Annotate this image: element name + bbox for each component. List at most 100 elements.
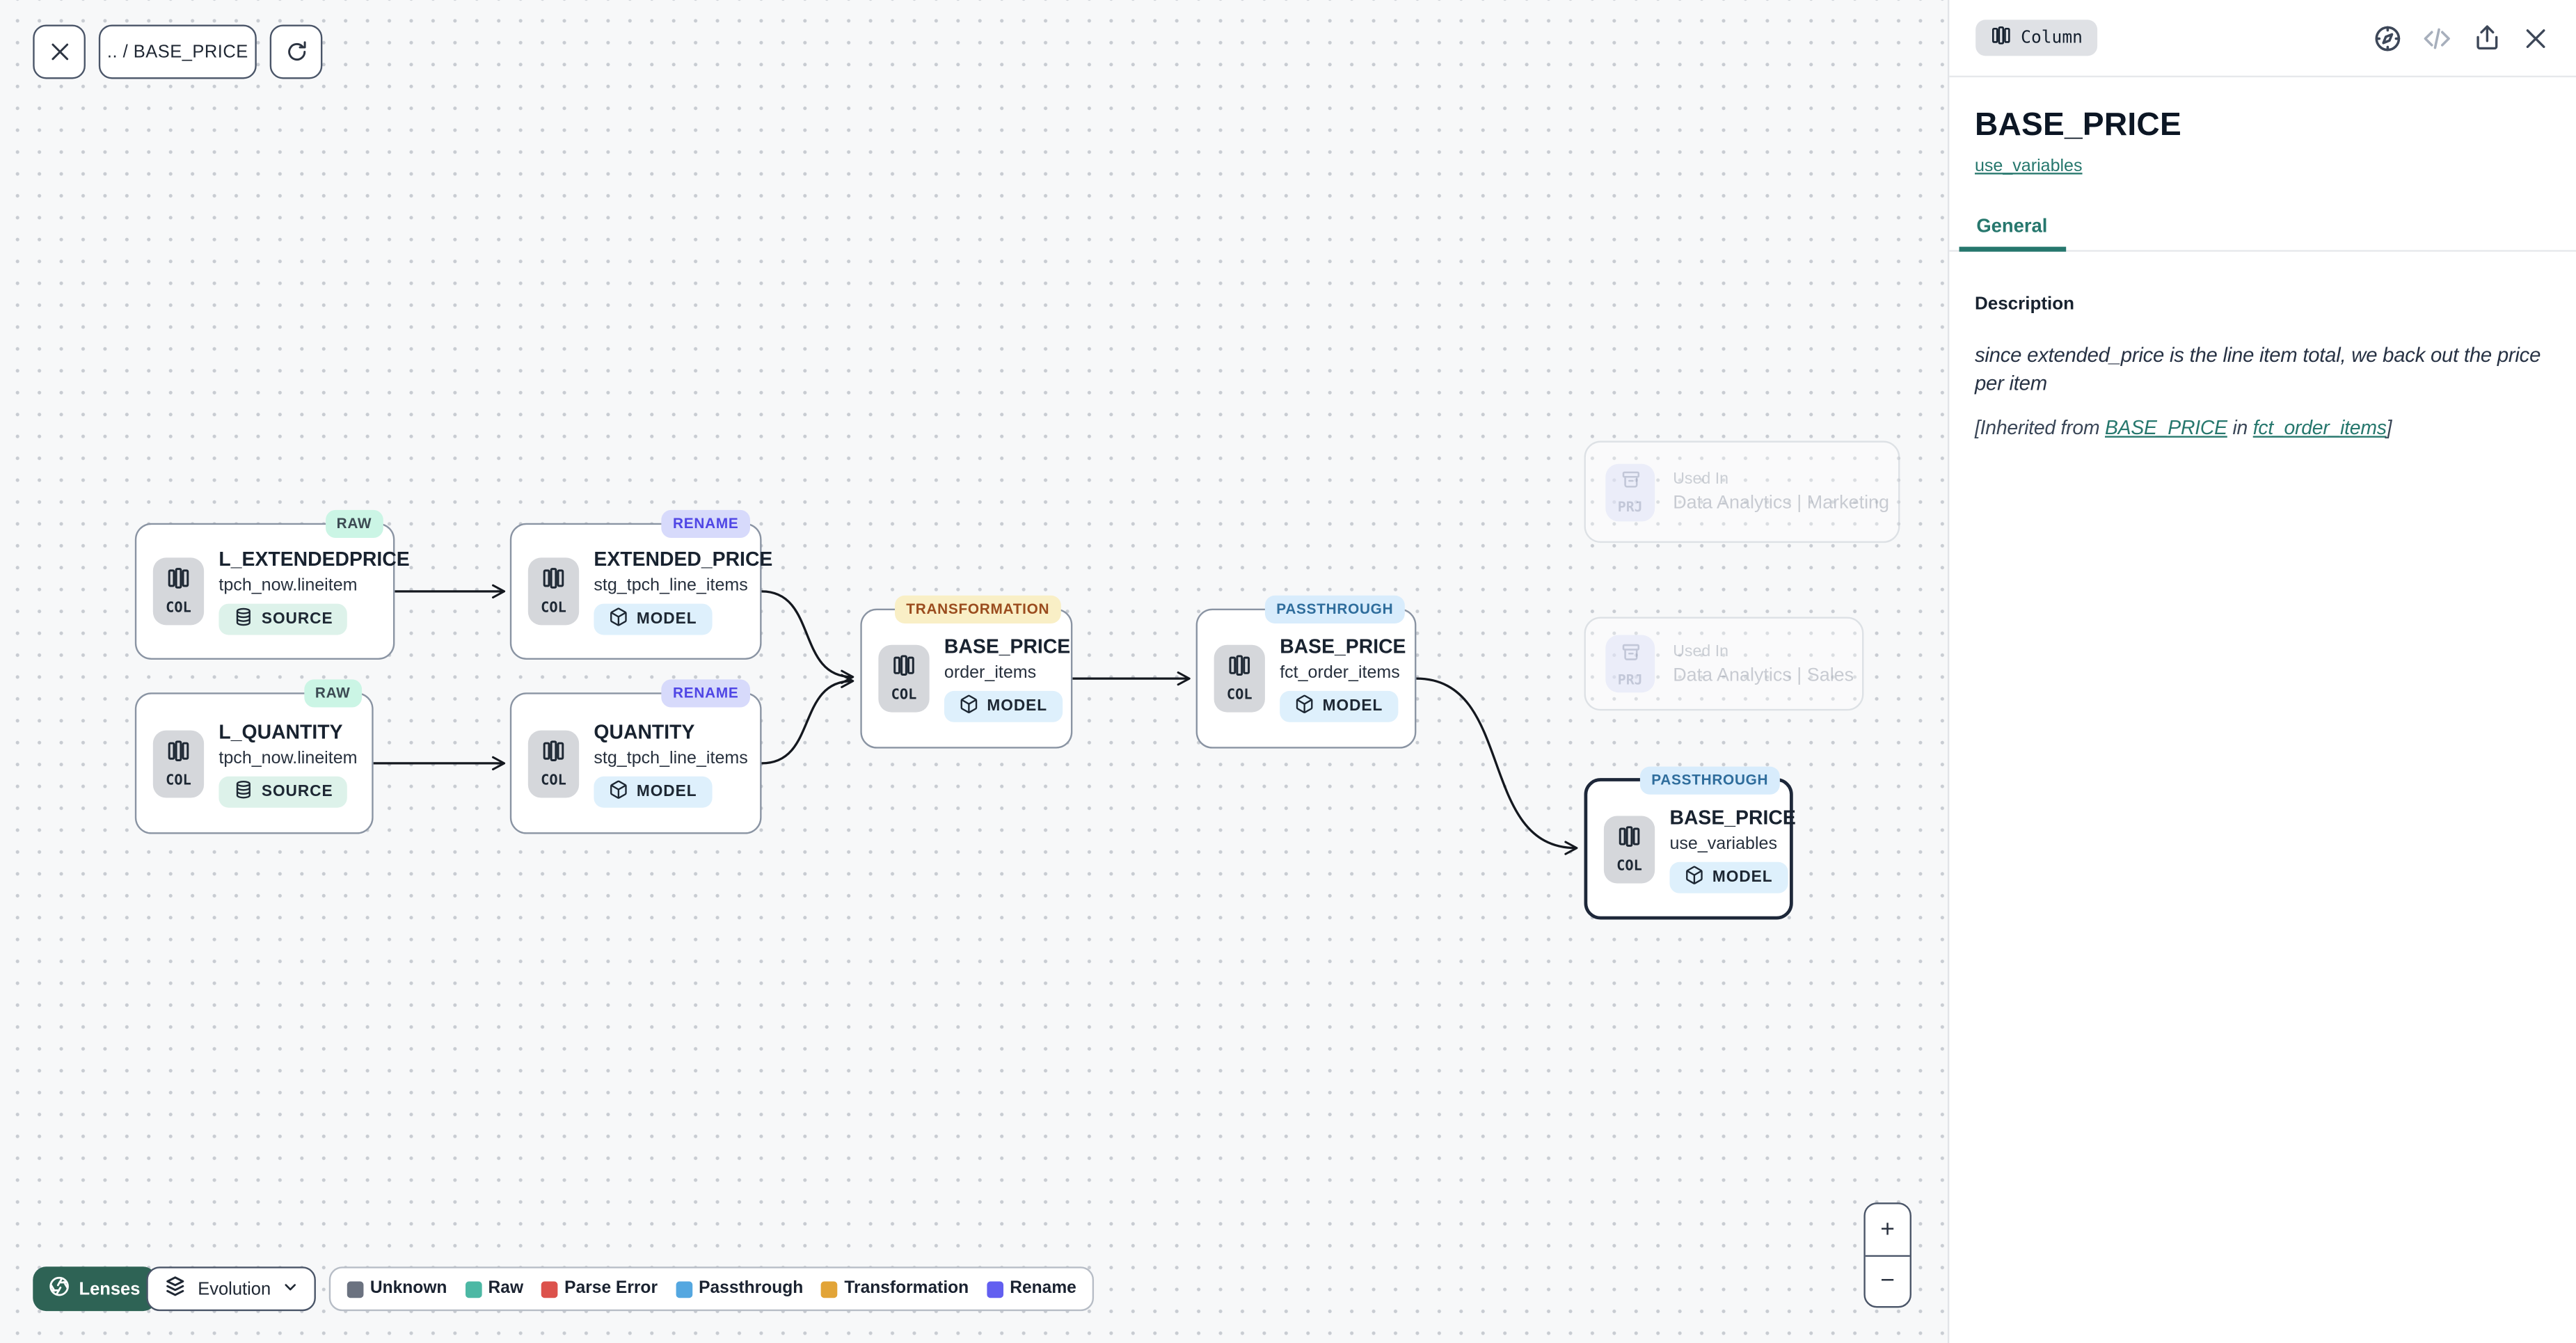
legend-swatch	[541, 1280, 558, 1297]
evolution-lens-dropdown[interactable]: Evolution	[147, 1266, 315, 1311]
inherited-suffix: ]	[2387, 417, 2392, 440]
column-chip-label: COL	[1616, 858, 1642, 875]
legend-swatch	[821, 1280, 838, 1297]
node-title: BASE_PRICE	[1669, 805, 1795, 828]
node-kind-label: SOURCE	[262, 610, 333, 628]
description-body: since extended_price is the line item to…	[1975, 342, 2548, 399]
column-chip-label: COL	[541, 601, 566, 617]
inherited-model-link[interactable]: fct_order_items	[2253, 417, 2387, 440]
inherited-middle: in	[2227, 417, 2253, 440]
lineage-node-base_price_fct_order_items[interactable]: PASSTHROUGHCOLBASE_PRICEfct_order_itemsM…	[1196, 609, 1417, 749]
node-kind-label: MODEL	[1323, 697, 1383, 715]
lineage-node-extended_price[interactable]: RENAMECOLEXTENDED_PRICEstg_tpch_line_ite…	[510, 523, 762, 660]
columns-icon	[166, 566, 191, 598]
used-in-card-marketing: PRJ Used InData Analytics | Marketing	[1584, 441, 1900, 543]
database-icon	[234, 779, 253, 803]
used-in-body: Used InData Analytics | Marketing	[1673, 470, 1889, 513]
lineage-node-base_price_use_variables[interactable]: PASSTHROUGHCOLBASE_PRICEuse_variablesMOD…	[1584, 778, 1793, 919]
used-in-body: Used In Data Analytics | Sales	[1673, 642, 1854, 685]
columns-icon	[1617, 823, 1641, 856]
inherited-column-link[interactable]: BASE_PRICE	[2105, 417, 2227, 440]
columns-icon	[166, 738, 191, 770]
node-subtitle: tpch_now.lineitem	[218, 747, 357, 767]
lens-badge-passthrough: PASSTHROUGH	[1265, 596, 1405, 623]
node-title: BASE_PRICE	[1280, 635, 1406, 658]
package-icon	[609, 607, 628, 631]
legend-label: Rename	[1010, 1280, 1076, 1298]
legend-item-parse-error: Parse Error	[541, 1280, 658, 1298]
columns-icon	[541, 566, 566, 598]
lineage-node-base_price_order_items[interactable]: TRANSFORMATIONCOLBASE_PRICEorder_itemsMO…	[860, 609, 1072, 749]
lineage-node-l_quantity[interactable]: RAWCOLL_QUANTITYtpch_now.lineitemSOURCE	[135, 692, 374, 834]
chevron-down-icon	[280, 1278, 299, 1301]
legend-item-transformation: Transformation	[821, 1280, 969, 1298]
share-icon[interactable]	[2469, 21, 2504, 56]
legend-swatch	[987, 1280, 1003, 1297]
lens-badge-transformation: TRANSFORMATION	[895, 596, 1061, 623]
lenses-label: Lenses	[79, 1279, 140, 1298]
code-icon[interactable]	[2419, 21, 2454, 56]
legend-swatch	[676, 1280, 692, 1297]
node-body: L_EXTENDEDPRICEtpch_now.lineitemSOURCE	[218, 548, 376, 635]
column-type-chip: COL	[528, 729, 579, 797]
node-title: QUANTITY	[594, 720, 694, 742]
node-title: L_EXTENDEDPRICE	[218, 548, 409, 571]
zoom-controls: + −	[1863, 1202, 1911, 1308]
compass-icon[interactable]	[2371, 21, 2406, 56]
node-title: EXTENDED_PRICE	[594, 548, 772, 571]
zoom-out-button[interactable]: −	[1866, 1256, 1910, 1306]
node-kind-badge-source: SOURCE	[218, 604, 347, 635]
description-heading: Description	[1975, 294, 2548, 314]
lineage-node-quantity[interactable]: RENAMECOLQUANTITYstg_tpch_line_itemsMODE…	[510, 692, 762, 834]
column-chip-label: COL	[166, 772, 191, 789]
model-link[interactable]: use_variables	[1975, 157, 2083, 176]
model-link-row: use_variables	[1975, 157, 2550, 176]
app-root: .. / BASE_PRICE PRJUsed InData Analytics…	[0, 0, 2576, 1343]
column-chip-label: COL	[166, 601, 191, 617]
legend-label: Unknown	[370, 1280, 447, 1298]
node-subtitle: stg_tpch_line_items	[594, 747, 747, 767]
details-panel: Column BASE_PRICE use_variables	[1947, 0, 2576, 1343]
node-subtitle: fct_order_items	[1280, 663, 1400, 683]
lens-badge-rename: RENAME	[662, 510, 750, 538]
refresh-button[interactable]	[270, 24, 323, 79]
columns-icon	[1989, 24, 2011, 51]
node-kind-label: MODEL	[637, 782, 697, 800]
used-in-label: Used In	[1673, 642, 1854, 660]
node-kind-label: MODEL	[1712, 868, 1773, 886]
refresh-icon	[284, 40, 308, 64]
used-in-project-name: Data Analytics | Sales	[1673, 665, 1854, 685]
evolution-label: Evolution	[198, 1279, 271, 1298]
page-title: BASE_PRICE	[1975, 107, 2550, 145]
used-in-card-sales: PRJUsed InData Analytics | Sales	[1584, 617, 1864, 711]
archive-icon	[1619, 469, 1641, 499]
legend-item-unknown: Unknown	[347, 1280, 447, 1298]
legend-label: Transformation	[844, 1280, 969, 1298]
zoom-in-button[interactable]: +	[1866, 1204, 1910, 1255]
node-kind-badge-source: SOURCE	[218, 776, 347, 807]
node-body: BASE_PRICEfct_order_itemsMODEL	[1280, 635, 1398, 722]
node-body: EXTENDED_PRICEstg_tpch_line_itemsMODEL	[594, 548, 743, 635]
legend-swatch	[465, 1280, 482, 1297]
package-icon	[1294, 694, 1314, 719]
node-kind-badge-model: MODEL	[1669, 861, 1787, 893]
legend-item-passthrough: Passthrough	[676, 1280, 803, 1298]
database-icon	[234, 607, 253, 631]
project-chip-label: PRJ	[1618, 498, 1643, 515]
node-body: QUANTITYstg_tpch_line_itemsMODEL	[594, 720, 743, 806]
close-panel-icon[interactable]	[2518, 21, 2553, 56]
node-kind-label: MODEL	[637, 610, 697, 628]
layers-icon	[164, 1274, 188, 1304]
lineage-canvas[interactable]: .. / BASE_PRICE PRJUsed InData Analytics…	[0, 0, 1947, 1343]
columns-icon	[541, 738, 566, 770]
tab-general[interactable]: General	[1958, 216, 2065, 252]
lineage-node-l_extendedprice[interactable]: RAWCOLL_EXTENDEDPRICEtpch_now.lineitemSO…	[135, 523, 395, 660]
node-kind-badge-model: MODEL	[594, 776, 711, 807]
close-lineage-button[interactable]	[33, 24, 86, 79]
breadcrumb[interactable]: .. / BASE_PRICE	[99, 24, 257, 79]
used-in-project-name: Data Analytics | Marketing	[1673, 493, 1889, 513]
lenses-button[interactable]: Lenses	[33, 1266, 157, 1311]
lens-badge-raw: RAW	[325, 510, 383, 538]
lens-badge-rename: RENAME	[662, 679, 750, 707]
entity-type-label: Column	[2021, 28, 2083, 47]
